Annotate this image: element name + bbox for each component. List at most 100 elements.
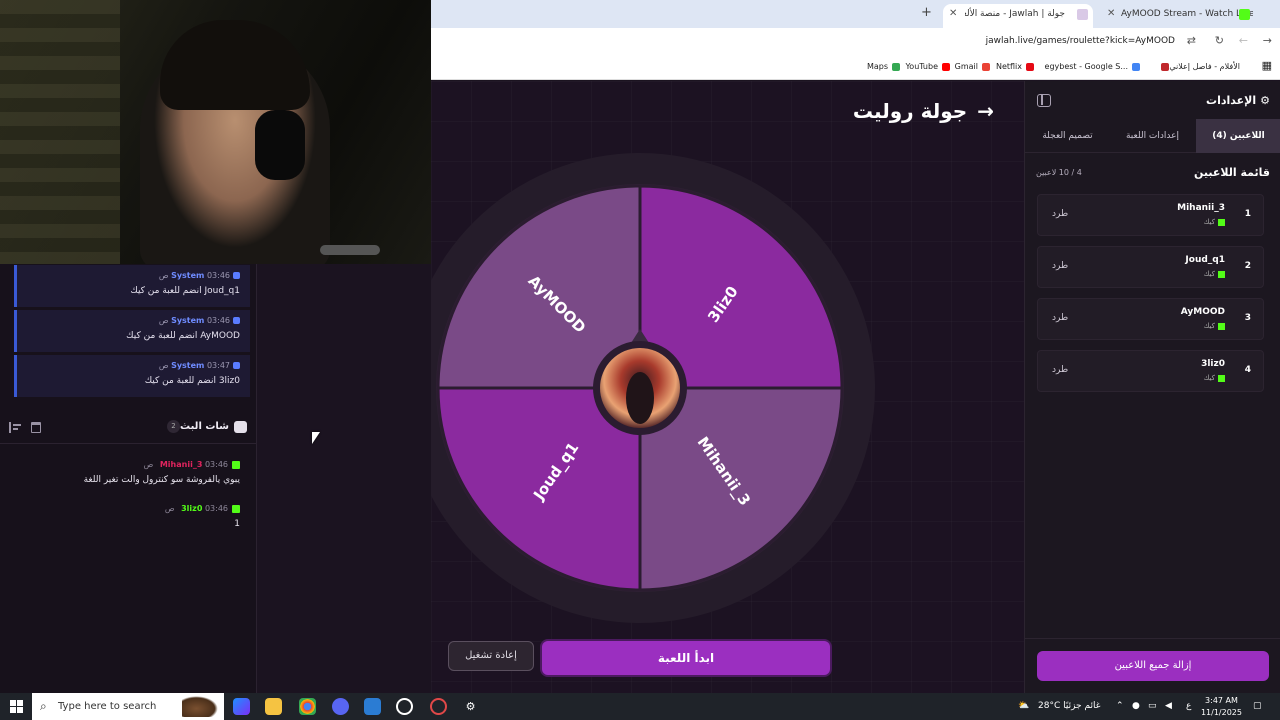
taskbar-search[interactable]: ⌕ Type here to search <box>32 693 224 720</box>
recorder-icon[interactable] <box>430 698 447 715</box>
trash-icon[interactable] <box>31 422 41 433</box>
volume-icon[interactable]: ◀ <box>1165 701 1172 711</box>
search-placeholder: Type here to search <box>58 701 157 712</box>
network-icon[interactable]: ▭ <box>1148 701 1157 711</box>
close-tab-icon[interactable]: ✕ <box>949 4 957 24</box>
player-row: 1 Mihanii_3 كيك طرد <box>1037 194 1264 236</box>
clock-time: 3:47 AM <box>1205 696 1238 705</box>
kick-player-button[interactable]: طرد <box>1052 209 1068 219</box>
player-row: 4 3liz0 كيك طرد <box>1037 350 1264 392</box>
player-number: 3 <box>1244 313 1251 323</box>
bookmark-gmail[interactable]: Gmail <box>955 62 990 71</box>
kick-icon <box>232 460 240 469</box>
tab-jawlah[interactable]: ✕ جولة | Jawlah - منصة الألعاب الت <box>943 4 1093 28</box>
system-sender: System <box>171 316 205 325</box>
windows-start-icon[interactable] <box>10 700 23 713</box>
bookmark-maps[interactable]: Maps <box>867 62 900 71</box>
google-icon <box>1132 62 1140 71</box>
system-message-text: 3liz0 انضم للعبة من كيك <box>144 376 240 386</box>
tab-aymood-stream[interactable]: ✕ AyMOOD Stream - Watch Live <box>1103 4 1253 28</box>
mic-icon[interactable]: ● <box>1132 701 1140 711</box>
remove-all-players-button[interactable]: إزالة جميع اللاعبين <box>1037 651 1269 681</box>
new-tab-icon[interactable]: + <box>921 5 932 20</box>
file-explorer-icon[interactable] <box>265 698 282 715</box>
bookmark-aflam[interactable]: الأفلام - فاصل إعلاني <box>1158 62 1240 71</box>
tab-wheel-design[interactable]: تصميم العجلة <box>1025 119 1110 153</box>
kick-player-button[interactable]: طرد <box>1052 261 1068 271</box>
reload-icon[interactable]: ↻ <box>1215 34 1224 47</box>
webcam-overlay <box>0 0 431 264</box>
players-count: 4 / 10 لاعبين <box>1036 168 1082 177</box>
streamer-hair <box>160 20 310 110</box>
start-game-button[interactable]: ابدأ اللعبة <box>542 641 830 675</box>
platform-label: كيك <box>1203 270 1215 278</box>
forward-icon[interactable]: → <box>1263 34 1272 47</box>
kick-icon <box>232 504 240 513</box>
back-icon[interactable]: ← <box>1239 34 1248 47</box>
browser-tab-strip: ✕ AyMOOD Stream - Watch Live ✕ جولة | Ja… <box>431 0 1280 28</box>
system-message: System 03:46 ص Joud_q1 انضم للعبة من كيك <box>14 265 250 307</box>
game-area: →جولة روليت AyMOOD 3liz0 Mihanii_3 Joud_q1 … <box>431 81 1024 693</box>
kick-icon <box>1218 218 1225 226</box>
platform-label: كيك <box>1203 374 1215 382</box>
site-settings-icon[interactable]: ⇄ <box>1187 34 1196 47</box>
bookmark-label: YouTube <box>905 62 938 71</box>
chat-username[interactable]: Mihanii_3 <box>160 460 203 469</box>
language-indicator[interactable]: ع <box>1186 701 1191 711</box>
chat-message-meta: Mihanii_3 03:46 ص <box>10 460 240 469</box>
collapse-icon[interactable] <box>9 422 21 433</box>
bookmark-label: egybest - Google S... <box>1044 62 1128 71</box>
bookmark-youtube[interactable]: YouTube <box>905 62 950 71</box>
kick-player-button[interactable]: طرد <box>1052 313 1068 323</box>
search-icon: ⌕ <box>40 699 47 713</box>
chat-title: شات البث <box>180 421 229 432</box>
gmail-icon <box>982 62 990 71</box>
system-message-header: System 03:47 ص <box>159 361 240 370</box>
discord-icon[interactable] <box>332 698 349 715</box>
clock[interactable]: 3:47 AM 11/1/2025 <box>1201 695 1242 719</box>
chat-message: 3liz0 03:46 ص 1 <box>10 504 240 529</box>
settings-header: ⚙الإعدادات <box>1206 94 1270 107</box>
settings-gear-icon[interactable]: ⚙ <box>462 698 479 715</box>
youtube-icon <box>942 62 950 71</box>
tab-players[interactable]: اللاعبين (4) <box>1196 119 1280 153</box>
notifications-icon[interactable]: ▢ <box>1253 701 1262 711</box>
weather-text[interactable]: 28°C غائم جزئيًا <box>1038 701 1100 711</box>
url-field[interactable]: jawlah.live/games/roulette?kick=AyMOOD <box>986 36 1175 46</box>
kick-favicon-icon <box>1239 9 1250 20</box>
tray-up-icon[interactable]: ⌃ <box>1116 701 1124 711</box>
settings-title: الإعدادات <box>1206 94 1257 107</box>
bookmarks-bar: ▦ الأفلام - فاصل إعلاني egybest - Google… <box>431 56 1280 80</box>
player-platform: كيك <box>1204 374 1225 382</box>
system-message-text: AyMOOD انضم للعبة من كيك <box>126 331 240 341</box>
copilot-icon[interactable] <box>233 698 250 715</box>
chat-panel: System 03:46 ص Joud_q1 انضم للعبة من كيك… <box>0 264 257 693</box>
chat-message: Mihanii_3 03:46 ص يبوي يالفروشة سو كنترو… <box>10 460 240 485</box>
maps-icon <box>892 62 900 71</box>
bookmark-egybest[interactable]: egybest - Google S... <box>1045 62 1140 71</box>
system-message-header: System 03:46 ص <box>159 271 240 280</box>
system-badge-icon <box>233 317 240 324</box>
toggle-sidebar-icon[interactable] <box>1037 94 1051 107</box>
bookshelf <box>0 0 120 264</box>
player-number: 2 <box>1244 261 1251 271</box>
chrome-icon[interactable] <box>299 698 316 715</box>
apps-grid-icon[interactable]: ▦ <box>1262 59 1272 72</box>
bookmark-netflix[interactable]: Netflix <box>996 62 1034 71</box>
chat-username[interactable]: 3liz0 <box>181 504 202 513</box>
app-window-icon[interactable] <box>364 698 381 715</box>
roulette-wheel[interactable]: AyMOOD 3liz0Mihanii_3Joud_q1 <box>431 81 1024 641</box>
jawlah-favicon-icon <box>1077 9 1088 20</box>
tab-label: جولة | Jawlah - منصة الألعاب الت <box>965 9 1065 19</box>
restart-button[interactable]: إعادة تشغيل <box>448 641 534 671</box>
close-tab-icon[interactable]: ✕ <box>1107 4 1115 24</box>
chat-message-meta: 3liz0 03:46 ص <box>10 504 240 513</box>
search-highlight-image <box>182 696 218 717</box>
chat-message-text: 1 <box>234 519 240 529</box>
kick-player-button[interactable]: طرد <box>1052 365 1068 375</box>
bookmark-label: Gmail <box>954 62 978 71</box>
tab-game-settings[interactable]: إعدادات اللعبة <box>1110 119 1195 153</box>
bookmark-label: Netflix <box>995 62 1022 71</box>
system-badge-icon <box>233 272 240 279</box>
obs-icon[interactable] <box>396 698 413 715</box>
